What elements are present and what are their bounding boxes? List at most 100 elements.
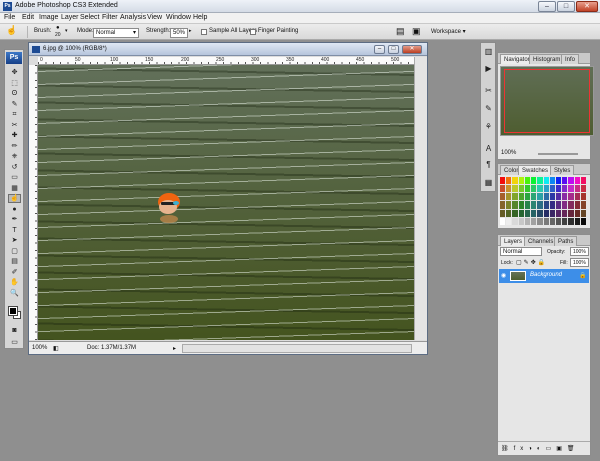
swatch[interactable] xyxy=(568,177,574,185)
swatch[interactable] xyxy=(500,185,506,193)
tool-presets-dock-icon[interactable]: ✂ xyxy=(483,85,494,96)
swatch[interactable] xyxy=(518,177,524,185)
blend-mode-select[interactable]: Normal xyxy=(500,247,542,256)
swatch[interactable] xyxy=(580,193,586,201)
swatch[interactable] xyxy=(500,193,506,201)
swatch[interactable] xyxy=(543,217,549,225)
opacity-input[interactable]: 100% xyxy=(570,247,589,256)
doc-maximize-button[interactable]: □ xyxy=(388,45,399,54)
swatch[interactable] xyxy=(537,209,543,217)
eyedropper-icon[interactable]: ✐ xyxy=(8,268,21,277)
swatch[interactable] xyxy=(524,209,531,217)
layer-comps-dock-icon[interactable]: ▦ xyxy=(483,177,494,188)
paragraph-dock-icon[interactable]: ¶ xyxy=(483,159,494,170)
swatch[interactable] xyxy=(512,177,518,185)
image-canvas[interactable] xyxy=(38,65,414,340)
brushes-palette-icon[interactable]: ▤ xyxy=(396,26,405,37)
doc-close-button[interactable]: ✕ xyxy=(402,45,422,54)
close-button[interactable]: ✕ xyxy=(576,1,598,12)
lasso-icon[interactable]: ʘ xyxy=(8,89,21,98)
smudge-tool-preset-icon[interactable]: ☝ xyxy=(6,25,17,36)
swatch[interactable] xyxy=(506,201,512,209)
horizontal-scrollbar[interactable] xyxy=(182,344,412,353)
swatch[interactable] xyxy=(506,177,512,185)
swatch[interactable] xyxy=(531,201,537,209)
tab-info[interactable]: Info xyxy=(561,54,580,64)
swatch[interactable] xyxy=(580,185,586,193)
swatch[interactable] xyxy=(524,193,531,201)
gradient-icon[interactable]: ▦ xyxy=(8,184,21,193)
swatch[interactable] xyxy=(512,193,518,201)
move-icon[interactable]: ✥ xyxy=(8,68,21,77)
swatch[interactable] xyxy=(500,177,506,185)
swatch[interactable] xyxy=(524,201,531,209)
swatch[interactable] xyxy=(531,177,537,185)
brushes-dock-icon[interactable]: ✎ xyxy=(483,103,494,114)
maximize-button[interactable]: □ xyxy=(557,1,575,12)
swatch[interactable] xyxy=(518,185,524,193)
tab-layers[interactable]: Layers xyxy=(500,236,527,246)
quick-select-icon[interactable]: ✎ xyxy=(8,100,21,109)
actions-dock-icon[interactable]: ▶ xyxy=(483,63,494,74)
swatch-grid[interactable] xyxy=(500,177,586,225)
minimize-button[interactable]: – xyxy=(538,1,556,12)
histogram-dock-icon[interactable]: ▥ xyxy=(483,46,494,57)
swatch[interactable] xyxy=(524,185,531,193)
shape-icon[interactable]: ▢ xyxy=(8,247,21,256)
sample-all-layers-checkbox[interactable] xyxy=(201,29,207,35)
slice-icon[interactable]: ✂ xyxy=(8,121,21,130)
status-menu-arrow-icon[interactable]: ▸ xyxy=(173,345,176,352)
swatch[interactable] xyxy=(568,193,574,201)
swatch[interactable] xyxy=(506,193,512,201)
character-dock-icon[interactable]: A xyxy=(483,143,494,154)
swatch[interactable] xyxy=(537,185,543,193)
tab-swatches[interactable]: Swatches xyxy=(518,165,553,175)
menu-window[interactable]: Window xyxy=(166,14,191,21)
swatch[interactable] xyxy=(555,177,562,185)
brush-dropdown-icon[interactable]: ▾ xyxy=(65,28,68,34)
swatch[interactable] xyxy=(568,217,574,225)
menu-image[interactable]: Image xyxy=(39,14,58,21)
swatch[interactable] xyxy=(537,177,543,185)
layers-footer-icons[interactable]: ⛓fx◑◐▭▣🗑 xyxy=(498,441,590,455)
clone-stamp-icon[interactable]: ⎈ xyxy=(8,152,21,161)
swatch[interactable] xyxy=(512,201,518,209)
quick-mask-icon[interactable]: ◙ xyxy=(8,326,21,335)
menu-filter[interactable]: Filter xyxy=(102,14,118,21)
menu-select[interactable]: Select xyxy=(80,14,99,21)
tool-presets-icon[interactable]: ▣ xyxy=(412,26,421,37)
strength-slider-icon[interactable]: ▸ xyxy=(189,28,192,34)
workspace-button[interactable]: Workspace ▾ xyxy=(431,28,466,35)
history-brush-icon[interactable]: ↺ xyxy=(8,163,21,172)
swatch[interactable] xyxy=(549,201,555,209)
horizontal-ruler[interactable]: 0 50 100 150 200 250 300 350 400 450 500 xyxy=(38,57,414,65)
crop-icon[interactable]: ⌗ xyxy=(8,110,21,119)
swatch[interactable] xyxy=(506,209,512,217)
strength-input[interactable]: 50% xyxy=(170,28,188,38)
lock-icons[interactable]: ▢✎✥🔒 xyxy=(516,259,547,266)
swatch[interactable] xyxy=(543,185,549,193)
swatch[interactable] xyxy=(574,185,580,193)
screen-mode-icon[interactable]: ▭ xyxy=(8,338,21,347)
swatch[interactable] xyxy=(537,193,543,201)
mode-select[interactable]: Normal ▾ xyxy=(93,28,139,38)
swatch[interactable] xyxy=(512,209,518,217)
swatch[interactable] xyxy=(512,217,518,225)
swatch[interactable] xyxy=(562,193,568,201)
swatch[interactable] xyxy=(562,201,568,209)
vertical-ruler[interactable] xyxy=(29,65,38,340)
swatch[interactable] xyxy=(555,185,562,193)
swatch[interactable] xyxy=(568,185,574,193)
menu-file[interactable]: File xyxy=(4,14,15,21)
swatch[interactable] xyxy=(518,209,524,217)
swatch[interactable] xyxy=(580,201,586,209)
swatch[interactable] xyxy=(531,209,537,217)
swatch[interactable] xyxy=(555,193,562,201)
swatch[interactable] xyxy=(543,193,549,201)
swatch[interactable] xyxy=(574,217,580,225)
swatch[interactable] xyxy=(562,217,568,225)
eraser-icon[interactable]: ▭ xyxy=(8,173,21,182)
swatch[interactable] xyxy=(574,201,580,209)
swatch[interactable] xyxy=(568,209,574,217)
swatch[interactable] xyxy=(531,217,537,225)
